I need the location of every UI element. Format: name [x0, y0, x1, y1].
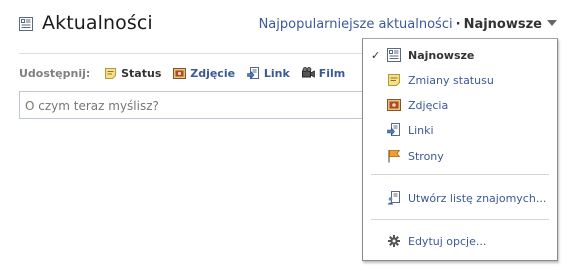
share-video-label: Film — [318, 67, 346, 80]
share-link-button[interactable]: Link — [247, 67, 290, 80]
menu-item-label: Linki — [408, 124, 434, 137]
share-label: Udostępnij: — [19, 67, 91, 80]
status-composer-input[interactable]: O czym teraz myślisz? — [19, 91, 369, 119]
menu-item-label: Utwórz listę znajomych... — [408, 192, 547, 205]
menu-item-create-friend-list[interactable]: Utwórz listę znajomych... — [363, 188, 557, 210]
feed-sort-bar: Najpopularniejsze aktualności · Najnowsze — [259, 17, 557, 32]
menu-item-photos[interactable]: Zdjęcia — [363, 95, 557, 117]
menu-item-label: Strony — [408, 150, 444, 163]
menu-divider — [371, 219, 549, 220]
menu-item-pages[interactable]: Strony — [363, 146, 557, 168]
share-photo-label: Zdjęcie — [190, 67, 236, 80]
sort-top-news-link[interactable]: Najpopularniejsze aktualności — [259, 17, 453, 32]
page-title: Aktualności — [42, 12, 153, 34]
header-divider — [19, 53, 362, 54]
news-feed-icon — [387, 48, 401, 62]
status-icon — [105, 68, 117, 79]
photo-icon — [173, 68, 187, 79]
share-photo-button[interactable]: Zdjęcie — [173, 67, 235, 80]
pages-flag-icon — [388, 150, 401, 163]
menu-item-edit-options[interactable]: Edytuj opcje... — [363, 231, 557, 253]
menu-item-label: Edytuj opcje... — [408, 235, 487, 248]
share-link-label: Link — [263, 67, 290, 80]
menu-item-label: Najnowsze — [408, 49, 475, 62]
sort-most-recent-button[interactable]: Najnowsze — [464, 17, 542, 32]
share-status-button[interactable]: Status — [104, 67, 161, 80]
link-icon — [247, 67, 259, 80]
menu-item-most-recent[interactable]: ✓ Najnowsze — [363, 45, 557, 67]
feed-filter-dropdown: ✓ Najnowsze Zmiany statusu Zdjęcia Linki… — [362, 38, 558, 261]
news-feed-icon — [19, 17, 33, 31]
gear-icon — [388, 235, 400, 247]
menu-item-links[interactable]: Linki — [363, 120, 557, 142]
friend-list-icon — [387, 191, 400, 205]
menu-item-status-updates[interactable]: Zmiany statusu — [363, 70, 557, 92]
link-icon — [387, 123, 400, 136]
video-icon — [301, 67, 315, 78]
photo-icon — [387, 99, 401, 111]
menu-item-label: Zdjęcia — [408, 99, 449, 112]
sort-separator: · — [455, 17, 461, 32]
menu-divider — [371, 174, 549, 175]
share-video-button[interactable]: Film — [301, 67, 346, 80]
news-feed-page: Aktualności Najpopularniejsze aktualnośc… — [0, 0, 579, 277]
status-icon — [388, 74, 400, 86]
menu-item-label: Zmiany statusu — [408, 74, 494, 87]
check-icon: ✓ — [371, 49, 381, 62]
chevron-down-icon[interactable] — [547, 20, 557, 26]
share-bar: Udostępnij: Status Zdjęcie Link Film — [19, 67, 353, 80]
share-status-label: Status — [121, 67, 162, 80]
